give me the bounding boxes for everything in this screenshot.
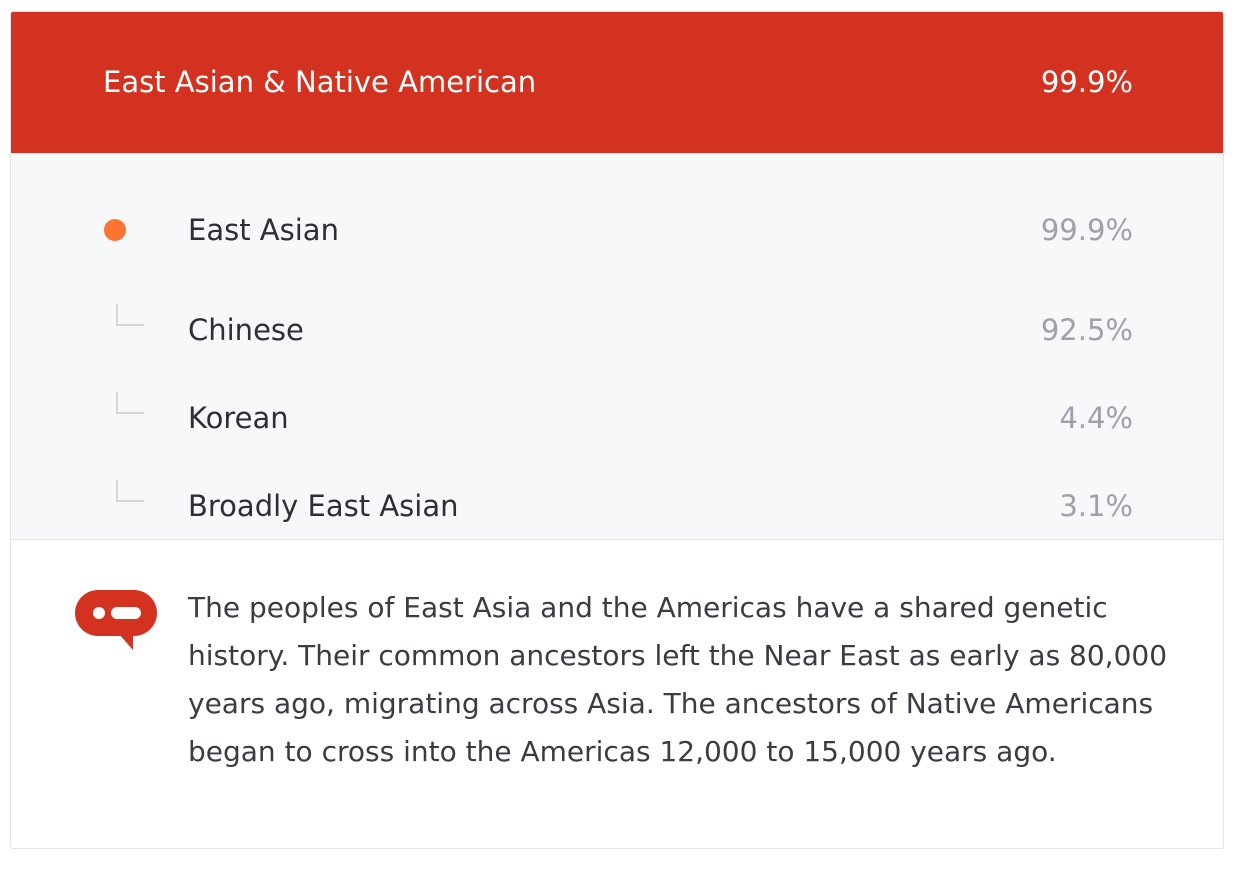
ancestry-percent: 92.5% (1040, 313, 1133, 347)
ancestry-row-chinese[interactable]: Chinese 92.5% (11, 304, 1223, 350)
ancestry-card: East Asian & Native American 99.9% East … (10, 11, 1224, 849)
color-dot-icon (104, 219, 126, 241)
ancestry-percent: 4.4% (1059, 401, 1133, 435)
tree-branch-icon (116, 480, 144, 502)
ancestry-percent: 99.9% (1040, 213, 1133, 247)
ancestry-row-broadly-east-asian[interactable]: Broadly East Asian 3.1% (11, 480, 1223, 526)
speech-bubble-icon (75, 590, 157, 650)
tree-branch-icon (116, 392, 144, 414)
ancestry-row-east-asian[interactable]: East Asian 99.9% (11, 210, 1223, 250)
region-percent: 99.9% (1040, 65, 1133, 99)
ancestry-label: Korean (188, 401, 289, 435)
ancestry-label: Broadly East Asian (188, 489, 459, 523)
ancestry-label: Chinese (188, 313, 304, 347)
ancestry-percent: 3.1% (1059, 489, 1133, 523)
region-title: East Asian & Native American (103, 65, 537, 99)
tree-branch-icon (116, 304, 144, 326)
region-header[interactable]: East Asian & Native American 99.9% (11, 12, 1223, 153)
description-text: The peoples of East Asia and the America… (188, 591, 1168, 768)
ancestry-breakdown: East Asian 99.9% Chinese 92.5% Korean 4.… (11, 153, 1223, 540)
ancestry-label: East Asian (188, 213, 339, 247)
region-description: The peoples of East Asia and the America… (11, 540, 1223, 848)
ancestry-row-korean[interactable]: Korean 4.4% (11, 392, 1223, 438)
